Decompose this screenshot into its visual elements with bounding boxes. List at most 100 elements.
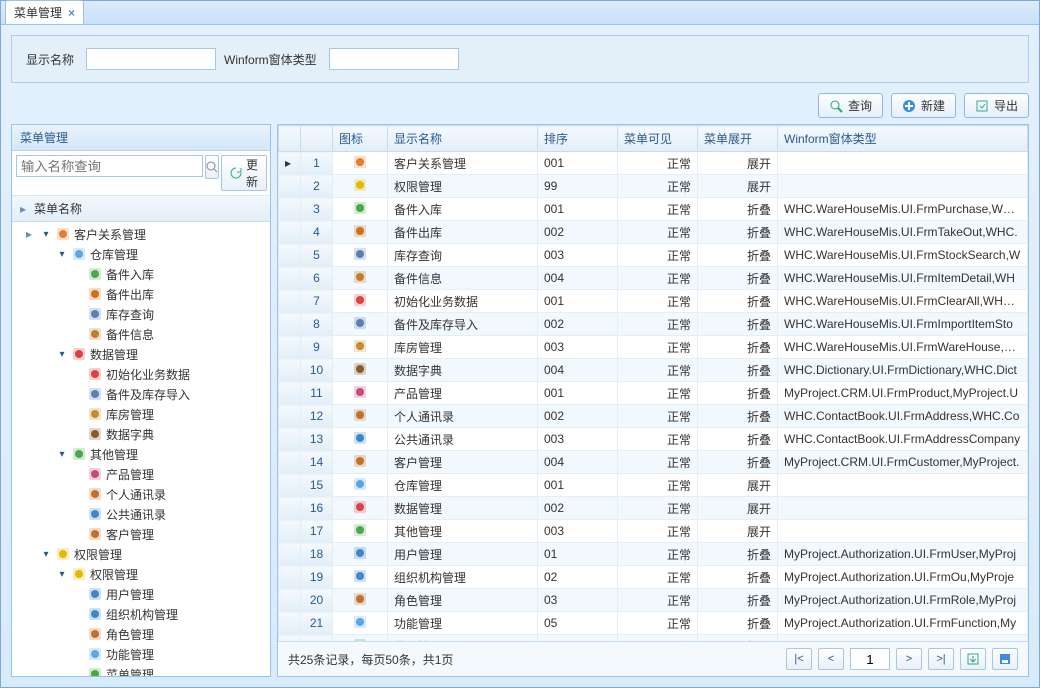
table-row[interactable]: 18用户管理01正常折叠MyProject.Authorization.UI.F… [279,543,1028,566]
table-row[interactable]: 10数据字典004正常折叠WHC.Dictionary.UI.FrmDictio… [279,359,1028,382]
display-name-field[interactable] [86,48,216,70]
save-page-button[interactable] [992,648,1018,670]
tree-node-label: 角色管理 [106,626,154,643]
column-header[interactable]: 菜单可见 [618,126,698,152]
cell-name: 备件及库存导入 [388,313,538,336]
tree-search-input[interactable] [16,155,203,177]
tree-node[interactable]: 功能管理 [12,644,270,664]
tree-node[interactable]: 菜单管理 [12,664,270,676]
tree-node[interactable]: 备件信息 [12,324,270,344]
tree-node[interactable]: 产品管理 [12,464,270,484]
tree-node[interactable]: ▾其他管理 [12,444,270,464]
row-number: 15 [301,474,333,497]
table-row[interactable]: 8备件及库存导入002正常折叠WHC.WareHouseMis.UI.FrmIm… [279,313,1028,336]
tree-node[interactable]: 库存查询 [12,304,270,324]
cell-winform: WHC.WareHouseMis.UI.FrmPurchase,WHC. [778,198,1028,221]
menu-tree[interactable]: ▸▾客户关系管理▾仓库管理备件入库备件出库库存查询备件信息▾数据管理初始化业务数… [12,222,270,676]
close-icon[interactable]: × [68,6,75,20]
last-page-button[interactable]: >| [928,648,954,670]
table-row[interactable]: 21功能管理05正常折叠MyProject.Authorization.UI.F… [279,612,1028,635]
next-page-button[interactable]: > [896,648,922,670]
menu-grid: 图标显示名称排序菜单可见菜单展开Winform窗体类型 ▸1客户关系管理001正… [278,125,1028,641]
cell-visible: 正常 [618,244,698,267]
column-header[interactable]: Winform窗体类型 [778,126,1028,152]
cell-visible: 正常 [618,267,698,290]
search-icon [352,246,368,262]
cell-expand: 展开 [698,152,778,175]
tree-search-button[interactable] [205,155,219,179]
expand-icon[interactable]: ▾ [40,549,52,560]
table-row[interactable]: ▸1客户关系管理001正常展开 [279,152,1028,175]
table-row[interactable]: 4备件出库002正常折叠WHC.WareHouseMis.UI.FrmTakeO… [279,221,1028,244]
tree-node[interactable]: ▾数据管理 [12,344,270,364]
export-button[interactable]: 导出 [964,93,1029,118]
cell-expand: 折叠 [698,428,778,451]
winform-type-field[interactable] [329,48,459,70]
tab-menu-mgmt[interactable]: 菜单管理 × [5,0,84,24]
expand-icon[interactable]: ▾ [56,349,68,360]
table-row[interactable]: 19组织机构管理02正常折叠MyProject.Authorization.UI… [279,566,1028,589]
table-row[interactable]: 16数据管理002正常展开 [279,497,1028,520]
func-icon [352,614,368,630]
cell-visible: 正常 [618,221,698,244]
row-number: 8 [301,313,333,336]
tree-node[interactable]: ▾权限管理 [12,544,270,564]
column-header[interactable]: 菜单展开 [698,126,778,152]
row-marker [279,520,301,543]
table-row[interactable]: 9库房管理003正常折叠WHC.WareHouseMis.UI.FrmWareH… [279,336,1028,359]
tree-node[interactable]: 角色管理 [12,624,270,644]
prev-page-button[interactable]: < [818,648,844,670]
column-header[interactable] [301,126,333,152]
tree-node[interactable]: ▸▾客户关系管理 [12,224,270,244]
record-summary: 共25条记录，每页50条，共1页 [288,651,453,668]
new-button[interactable]: 新建 [891,93,956,118]
tree-node[interactable]: 备件及库存导入 [12,384,270,404]
table-row[interactable]: 14客户管理004正常折叠MyProject.CRM.UI.FrmCustome… [279,451,1028,474]
tree-node[interactable]: 客户管理 [12,524,270,544]
minus-icon [352,223,368,239]
cell-expand: 展开 [698,497,778,520]
page-number-input[interactable] [850,648,890,670]
table-row[interactable]: 3备件入库001正常折叠WHC.WareHouseMis.UI.FrmPurch… [279,198,1028,221]
expand-icon[interactable]: ▾ [56,249,68,260]
table-row[interactable]: 17其他管理003正常展开 [279,520,1028,543]
table-row[interactable]: 15仓库管理001正常展开 [279,474,1028,497]
tree-node[interactable]: 用户管理 [12,584,270,604]
tree-node[interactable]: ▾ 权限管理 [12,564,270,584]
tree-node[interactable]: 组织机构管理 [12,604,270,624]
tree-node[interactable]: 备件入库 [12,264,270,284]
tree-node[interactable]: 库房管理 [12,404,270,424]
export-page-button[interactable] [960,648,986,670]
expand-icon[interactable]: ▾ [56,569,68,580]
table-row[interactable]: 6备件信息004正常折叠WHC.WareHouseMis.UI.FrmItemD… [279,267,1028,290]
tree-node[interactable]: 备件出库 [12,284,270,304]
tree-node[interactable]: ▾仓库管理 [12,244,270,264]
cell-winform [778,175,1028,198]
query-button[interactable]: 查询 [818,93,883,118]
expand-icon[interactable]: ▾ [56,449,68,460]
tree-refresh-button[interactable]: 更新 [221,155,267,191]
tree-node[interactable]: 数据字典 [12,424,270,444]
table-row[interactable]: 20角色管理03正常折叠MyProject.Authorization.UI.F… [279,589,1028,612]
table-row[interactable]: 11产品管理001正常折叠MyProject.CRM.UI.FrmProduct… [279,382,1028,405]
table-row[interactable]: 7初始化业务数据001正常折叠WHC.WareHouseMis.UI.FrmCl… [279,290,1028,313]
column-header[interactable] [279,126,301,152]
tree-node[interactable]: 初始化业务数据 [12,364,270,384]
first-page-button[interactable]: |< [786,648,812,670]
column-header[interactable]: 图标 [333,126,388,152]
column-header[interactable]: 排序 [538,126,618,152]
tree-node-label: 权限管理 [90,566,138,583]
grid-container[interactable]: 图标显示名称排序菜单可见菜单展开Winform窗体类型 ▸1客户关系管理001正… [278,125,1028,641]
cell-sort: 03 [538,589,618,612]
expand-icon[interactable]: ▾ [40,229,52,240]
tree-node[interactable]: 个人通讯录 [12,484,270,504]
cell-sort: 003 [538,336,618,359]
row-marker [279,267,301,290]
table-row[interactable]: 12个人通讯录002正常折叠WHC.ContactBook.UI.FrmAddr… [279,405,1028,428]
table-row[interactable]: 13公共通讯录003正常折叠WHC.ContactBook.UI.FrmAddr… [279,428,1028,451]
filter-bar: 显示名称 Winform窗体类型 [11,35,1029,83]
column-header[interactable]: 显示名称 [388,126,538,152]
tree-node[interactable]: 公共通讯录 [12,504,270,524]
table-row[interactable]: 2权限管理99正常展开 [279,175,1028,198]
table-row[interactable]: 5库存查询003正常折叠WHC.WareHouseMis.UI.FrmStock… [279,244,1028,267]
